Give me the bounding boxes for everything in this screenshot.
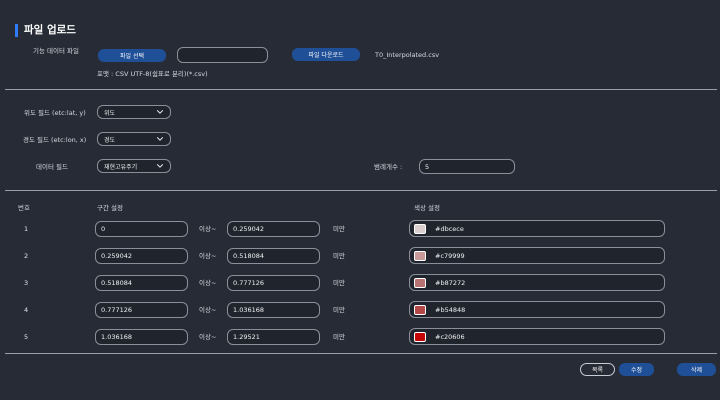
row-number: 4 [24,306,29,314]
header-no: 번호 [18,204,30,212]
op-to-label: 미만 [333,252,345,260]
select-file-button[interactable]: 파일 선택 [98,49,166,62]
chevron-down-icon [156,110,164,114]
range-to-input[interactable]: 1.29521 [227,329,320,345]
upload-label: 기능 데이터 파일 [33,47,79,55]
op-to-label: 미만 [333,225,345,233]
row-number: 5 [24,333,29,341]
color-field[interactable]: #c20606 [409,328,665,345]
list-button[interactable]: 목록 [580,363,615,376]
edit-button[interactable]: 수정 [619,363,654,376]
chevron-down-icon [156,137,164,141]
range-to-input[interactable]: 1.036168 [227,302,320,318]
class-count-label: 범례개수 : [374,163,403,171]
range-from-input[interactable]: 0.777126 [95,302,188,318]
format-hint: 포맷 : CSV UTF-8(쉼표로 분리)(*.csv) [97,70,208,78]
op-from-label: 이상~ [199,252,217,260]
color-field[interactable]: #dbcece [409,220,665,237]
color-hex: #dbcece [435,224,464,233]
section-divider [5,89,717,90]
color-field[interactable]: #b87272 [409,274,665,291]
color-hex: #c20606 [435,332,465,341]
title-accent-bar [15,24,18,37]
data-field-value: 재현고유주기 [104,163,138,171]
op-to-label: 미만 [333,333,345,341]
file-name: T0_Interpolated.csv [375,51,440,59]
op-from-label: 이상~ [199,225,217,233]
lat-field-label: 위도 필드 (etc:lat, y) [24,109,86,117]
row-number: 1 [24,225,29,233]
range-from-input[interactable]: 0.518084 [95,275,188,291]
section-divider [5,353,717,354]
range-from-input[interactable]: 0.259042 [95,248,188,264]
header-range: 구간 설정 [97,204,123,212]
data-field-label: 데이터 필드 [36,163,68,171]
section-divider [5,190,717,191]
page-title: 파일 업로드 [24,24,76,36]
color-hex: #b87272 [435,278,466,287]
color-swatch[interactable] [414,304,426,315]
row-number: 2 [24,252,29,260]
color-swatch[interactable] [414,277,426,288]
range-to-input[interactable]: 0.259042 [227,221,320,237]
op-to-label: 미만 [333,279,345,287]
color-swatch[interactable] [414,223,426,234]
op-from-label: 이상~ [199,333,217,341]
lon-field-value: 경도 [104,136,116,144]
color-swatch[interactable] [414,250,426,261]
color-field[interactable]: #c79999 [409,247,665,264]
file-path-input[interactable] [177,47,268,63]
range-to-input[interactable]: 0.518084 [227,248,320,264]
lat-field-select[interactable]: 위도 [97,105,171,119]
range-from-input[interactable]: 1.036168 [95,329,188,345]
header-color: 색상 설정 [414,204,440,212]
lon-field-select[interactable]: 경도 [97,132,171,146]
color-swatch[interactable] [414,331,426,342]
color-hex: #b54848 [435,305,466,314]
chevron-down-icon [156,164,164,168]
lon-field-label: 경도 필드 (etc:lon, x) [23,136,87,144]
row-number: 3 [24,279,29,287]
range-from-input[interactable]: 0 [95,221,188,237]
data-field-select[interactable]: 재현고유주기 [97,159,171,173]
delete-button[interactable]: 삭제 [677,363,716,376]
op-from-label: 이상~ [199,306,217,314]
lat-field-value: 위도 [104,109,116,117]
download-file-button[interactable]: 파일 다운로드 [292,48,360,61]
color-field[interactable]: #b54848 [409,301,665,318]
class-count-input[interactable]: 5 [419,159,515,174]
range-to-input[interactable]: 0.777126 [227,275,320,291]
color-hex: #c79999 [435,251,465,260]
op-to-label: 미만 [333,306,345,314]
op-from-label: 이상~ [199,279,217,287]
